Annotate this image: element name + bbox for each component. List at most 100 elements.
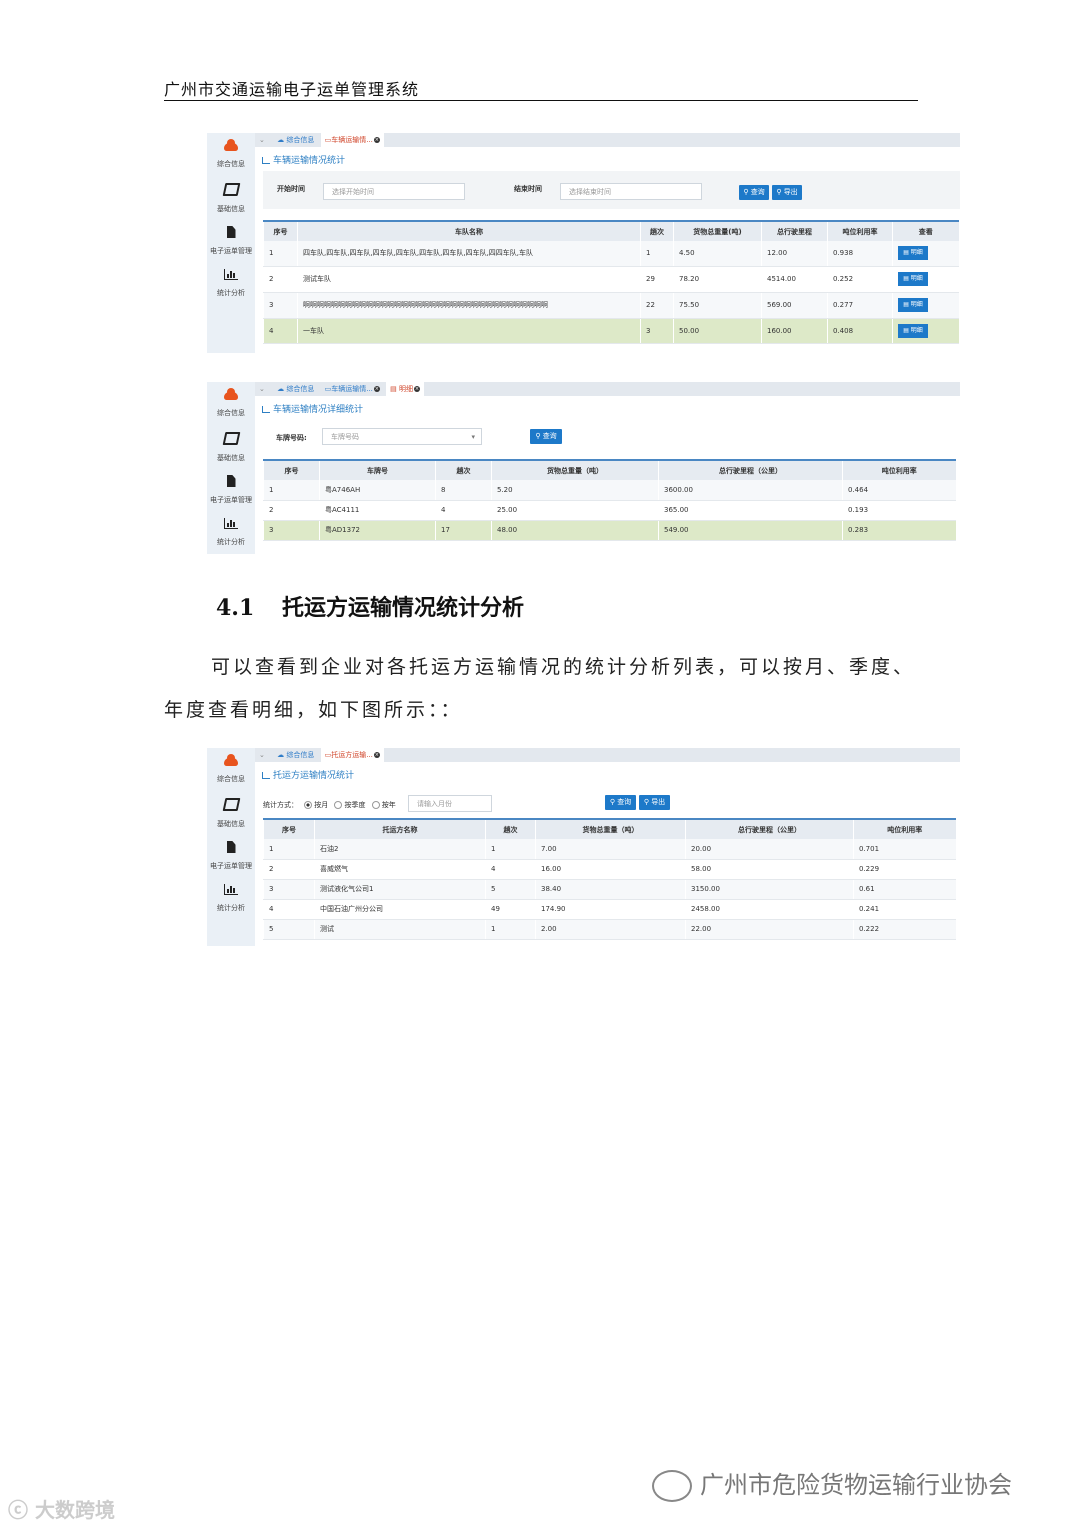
shipper-stats-table: 序号 托运方名称 趟次 货物总重量（吨） 总行驶里程（公里） 吨位利用率 1 石油… [263,818,956,940]
start-time-label: 开始时间 [277,185,305,193]
header-rule [164,100,918,101]
col-trips: 趟次 [640,220,674,241]
chart-icon [262,406,270,413]
tab-bar: ⌄ ☁ 综合信息 ▭托运方运输... × [255,748,960,762]
tab-vehicle-stats[interactable]: ▭车辆运输情... × [321,382,384,396]
tab-overview[interactable]: ☁ 综合信息 [273,748,318,762]
sidebar-item-stats[interactable]: 统计分析 [207,884,255,913]
radio-quarter[interactable] [334,801,343,809]
search-icon: ⚲ [535,432,541,440]
close-icon[interactable]: × [373,752,380,758]
end-time-input[interactable]: 选择结束时间 [560,183,702,200]
col-plate: 车牌号 [319,459,436,480]
tab-overview[interactable]: ☁ 综合信息 [273,382,318,396]
plate-label: 车牌号码: [276,434,307,442]
export-button[interactable]: ⚲ 导出 [772,185,802,200]
sidebar-item-waybill[interactable]: 电子运单管理 [207,475,255,505]
table-row: 2 测试车队 29 78.20 4514.00 0.252 ▤ 明细 [263,266,959,293]
col-mileage: 总行驶里程（公里） [685,818,854,839]
table-row: 1 四车队,四车队,四车队,四车队,四车队,四车队,四车队,四车队,四四车队,车队… [263,241,959,267]
bar-chart-icon [224,269,238,280]
start-time-input[interactable]: 选择开始时间 [323,183,465,200]
cloud-icon [224,139,238,151]
chart-icon [262,772,270,779]
sidebar-item-waybill[interactable]: 电子运单管理 [207,226,255,256]
table-row: 4 一车队 3 50.00 160.00 0.408 ▤ 明细 [263,318,959,344]
sidebar-item-basic[interactable]: 基础信息 [207,798,255,829]
sidebar: 综合信息 基础信息 电子运单管理 统计分析 [207,133,255,353]
tab-detail[interactable]: ▤ 明细 × [386,382,424,396]
month-input[interactable]: 请输入月份 [408,795,492,812]
table-row: 3 粤AD1372 17 48.00 549.00 0.283 [263,520,956,541]
col-index: 序号 [263,459,320,480]
stat-mode-group: 统计方式： 按月 按季度 按年 [263,801,396,809]
bar-chart-icon [224,518,238,529]
col-utilization: 吨位利用率 [853,818,956,839]
page-title: 车辆运输情况详细统计 [262,402,363,415]
sidebar-item-overview[interactable]: 综合信息 [207,139,255,169]
sidebar-item-overview[interactable]: 综合信息 [207,754,255,784]
detail-button[interactable]: ▤ 明细 [898,298,928,312]
close-icon[interactable]: × [373,137,380,143]
close-icon[interactable]: × [373,386,380,392]
chevron-down-icon[interactable]: ⌄ [259,382,265,396]
col-index: 序号 [263,220,298,241]
query-button[interactable]: ⚲ 查询 [739,185,769,200]
book-icon [222,183,240,196]
search-icon: ⚲ [643,798,649,806]
tab-overview[interactable]: ☁ 综合信息 [273,133,318,147]
vehicle-stats-table: 序号 车队名称 趟次 货物总重量(吨) 总行驶里程 吨位利用率 查看 1 四车队,… [263,220,959,344]
sidebar: 综合信息 基础信息 电子运单管理 统计分析 [207,748,255,946]
book-icon [222,432,240,445]
tab-shipper-stats[interactable]: ▭托运方运输... × [320,748,384,762]
wechat-icon [652,1470,692,1502]
table-row: 2 粤AC4111 4 25.00 365.00 0.193 [263,500,956,521]
detail-button[interactable]: ▤ 明细 [898,246,928,261]
screenshot-shipper-stats: 综合信息 基础信息 电子运单管理 统计分析 ⌄ ☁ 综合信息 ▭托运方运输...… [207,748,960,946]
end-time-label: 结束时间 [514,185,542,193]
watermark-right: 广州市危险货物运输行业协会 [652,1465,1012,1502]
sidebar-item-overview[interactable]: 综合信息 [207,388,255,418]
chevron-down-icon: ▾ [471,433,475,441]
stat-mode-label: 统计方式： [263,801,298,809]
radio-year[interactable] [371,801,380,809]
filter-bar: 开始时间 选择开始时间 结束时间 选择结束时间 ⚲ 查询 ⚲ 导出 [263,171,960,209]
col-weight: 货物总重量(吨) [673,220,762,241]
table-row: 1 石油2 1 7.00 20.00 0.701 [263,839,956,860]
cloud-icon [224,388,238,400]
query-button[interactable]: ⚲ 查询 [605,795,636,810]
chevron-down-icon[interactable]: ⌄ [259,133,265,147]
col-trips: 趟次 [435,459,492,480]
sidebar-item-stats[interactable]: 统计分析 [207,518,255,547]
chevron-down-icon[interactable]: ⌄ [259,748,265,762]
tab-vehicle-stats[interactable]: ▭车辆运输情... × [320,133,384,147]
close-icon[interactable]: × [413,386,420,392]
sidebar-item-waybill[interactable]: 电子运单管理 [207,841,255,871]
sidebar-item-stats[interactable]: 统计分析 [207,269,255,298]
sidebar-item-basic[interactable]: 基础信息 [207,183,255,214]
body-paragraph: 可以查看到企业对各托运方运输情况的统计分析列表，可以按月、季度、年度查看明细，如… [164,656,916,721]
export-button[interactable]: ⚲ 导出 [639,795,670,810]
detail-button[interactable]: ▤ 明细 [898,272,928,286]
table-row: 2 喜威燃气 4 16.00 58.00 0.229 [263,859,956,880]
detail-button[interactable]: ▤ 明细 [898,323,928,338]
col-shipper-name: 托运方名称 [314,818,486,839]
sidebar-item-basic[interactable]: 基础信息 [207,432,255,463]
col-weight: 货物总重量（吨） [491,459,659,480]
col-mileage: 总行驶里程 [761,220,828,241]
page-title: 车辆运输情况统计 [262,153,345,166]
radio-month[interactable] [304,801,313,809]
screenshot-vehicle-detail: 综合信息 基础信息 电子运单管理 统计分析 ⌄ ☁ 综合信息 ▭车辆运输情...… [207,382,960,554]
col-weight: 货物总重量（吨） [535,818,686,839]
query-button[interactable]: ⚲ 查询 [530,429,562,444]
tab-bar: ⌄ ☁ 综合信息 ▭车辆运输情... × [255,133,960,147]
col-mileage: 总行驶里程（公里） [658,459,843,480]
col-index: 序号 [263,818,315,839]
book-icon [222,798,240,811]
col-utilization: 吨位利用率 [842,459,956,480]
doc-header: 广州市交通运输电子运单管理系统 [164,80,420,99]
sidebar: 综合信息 基础信息 电子运单管理 统计分析 [207,382,255,554]
section-number: 4.1 [216,595,255,621]
tab-bar: ⌄ ☁ 综合信息 ▭车辆运输情... × ▤ 明细 × [255,382,960,396]
plate-select[interactable]: 车牌号码 ▾ [322,428,482,445]
